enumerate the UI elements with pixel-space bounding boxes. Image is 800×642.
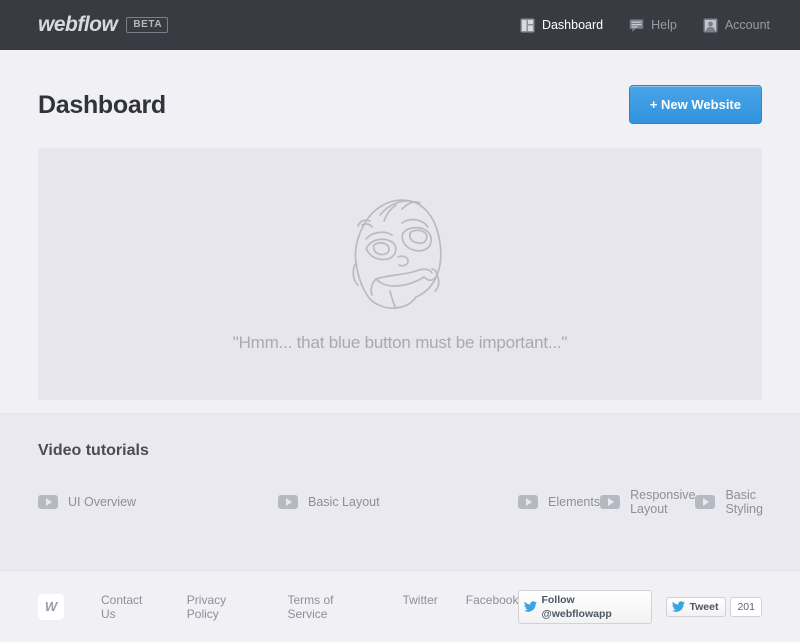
twitter-follow-label: Follow @webflowapp (541, 593, 612, 620)
page-title: Dashboard (38, 91, 166, 119)
footer-link-twitter[interactable]: Twitter (402, 593, 437, 621)
footer-link-contact-us[interactable]: Contact Us (101, 593, 159, 621)
page-footer: W Contact Us Privacy Policy Terms of Ser… (0, 570, 800, 642)
tutorial-item-ui-overview[interactable]: UI Overview (38, 486, 278, 517)
tutorial-label: Elements (548, 494, 601, 509)
footer-links: Contact Us Privacy Policy Terms of Servi… (101, 593, 518, 621)
twitter-tweet-widget: Tweet 201 (666, 596, 762, 617)
play-icon (38, 494, 58, 509)
tutorial-label: Responsive Layout (630, 487, 696, 516)
nav-item-dashboard-label: Dashboard (541, 18, 604, 32)
twitter-tweet-button[interactable]: Tweet (666, 596, 727, 617)
play-icon (600, 494, 621, 509)
social-widgets: Follow @webflowapp Tweet 201 (518, 589, 762, 624)
beta-badge: BETA (126, 17, 169, 33)
dashboard-page: webflow BETA Dashboard Help Account Dash… (0, 0, 800, 642)
footer-link-privacy-policy[interactable]: Privacy Policy (187, 593, 260, 621)
brand-wordmark: webflow (38, 13, 118, 36)
nav-item-help-label: Help (651, 18, 677, 32)
tutorial-item-basic-layout[interactable]: Basic Layout (278, 486, 518, 517)
tutorial-item-basic-styling[interactable]: Basic Styling (695, 486, 763, 517)
twitter-follow-button[interactable]: Follow @webflowapp (518, 589, 653, 624)
nav-item-account[interactable]: Account (701, 14, 772, 37)
hero-section: "Hmm... that blue button must be importa… (0, 148, 800, 400)
hero-panel: "Hmm... that blue button must be importa… (38, 148, 762, 400)
video-tutorials-heading: Video tutorials (38, 442, 149, 459)
page-header: Dashboard + New Website (0, 50, 800, 148)
twitter-bird-icon (524, 601, 538, 612)
footer-logo[interactable]: W (38, 593, 64, 620)
dashboard-layout-icon (520, 18, 535, 32)
video-tutorials-grid: UI Overview Basic Layout Elements Respon… (38, 486, 763, 517)
tutorial-label: UI Overview (68, 494, 137, 509)
nav-item-help[interactable]: Help (627, 14, 679, 37)
new-website-button[interactable]: + New Website (628, 85, 762, 124)
footer-link-facebook[interactable]: Facebook (466, 593, 519, 621)
tutorial-label: Basic Styling (725, 487, 763, 516)
twitter-tweet-label: Tweet (689, 600, 719, 613)
play-icon (695, 494, 716, 509)
nav-item-account-label: Account (724, 18, 770, 32)
top-navigation-bar: webflow BETA Dashboard Help Account (0, 0, 800, 50)
tutorial-item-elements[interactable]: Elements (518, 486, 600, 517)
nav-item-dashboard[interactable]: Dashboard (518, 14, 605, 37)
play-icon (518, 494, 538, 509)
user-portrait-icon (703, 18, 718, 32)
video-tutorials-section: Video tutorials UI Overview Basic Layout… (0, 413, 800, 570)
tutorial-item-responsive-layout[interactable]: Responsive Layout (600, 486, 695, 517)
hero-caption: "Hmm... that blue button must be importa… (232, 333, 568, 352)
speech-bubble-icon (629, 19, 644, 32)
top-nav-links: Dashboard Help Account (518, 14, 772, 37)
brand-logo[interactable]: webflow BETA (38, 13, 169, 37)
footer-link-terms-of-service[interactable]: Terms of Service (287, 593, 374, 621)
play-icon (278, 494, 298, 509)
tutorial-label: Basic Layout (308, 494, 380, 509)
twitter-bird-icon (672, 601, 686, 612)
hmm-rage-face-illustration (352, 199, 442, 309)
tweet-count-badge: 201 (730, 596, 762, 617)
